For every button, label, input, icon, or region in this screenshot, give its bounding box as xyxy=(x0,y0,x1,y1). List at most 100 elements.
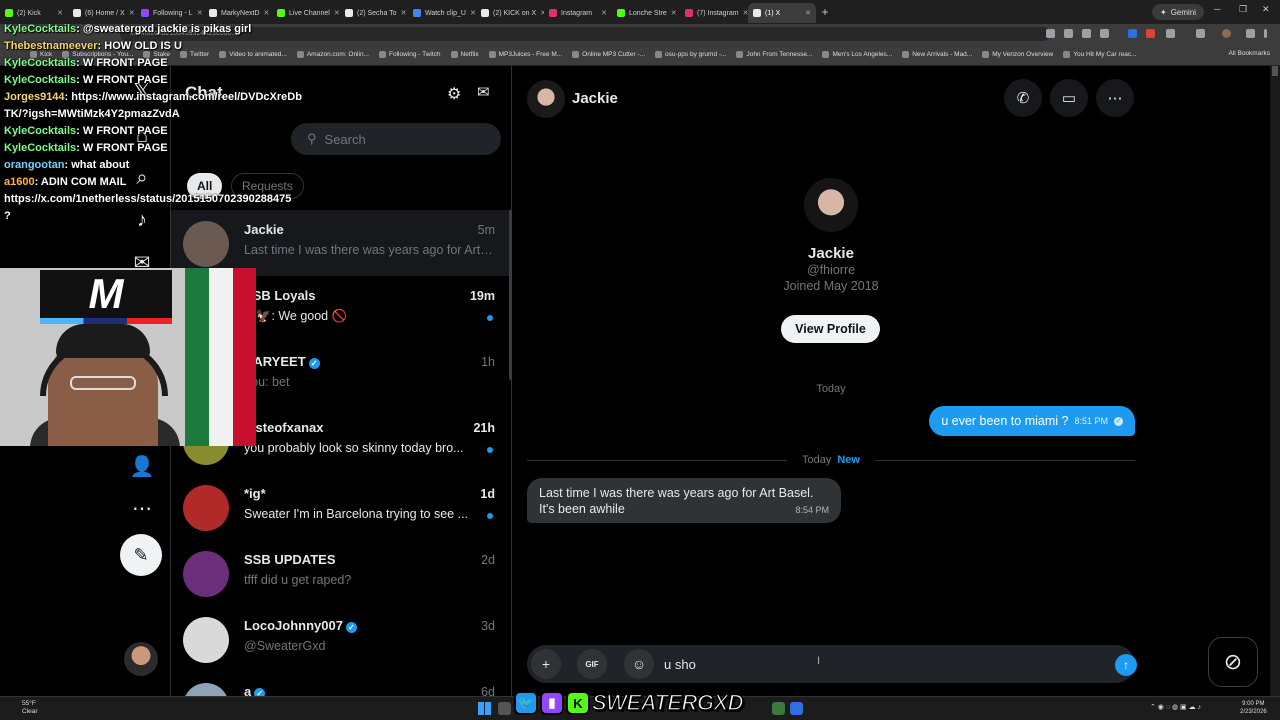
chat-text: what about xyxy=(71,159,130,171)
taskbar-app-icon[interactable] xyxy=(772,702,785,715)
text-cursor-icon: I xyxy=(817,655,821,667)
bookmark-item[interactable]: Men's Los Angeles... xyxy=(822,51,892,58)
gif-icon[interactable]: GIF xyxy=(577,649,607,679)
bookmark-item[interactable]: You Hit My Car reac... xyxy=(1063,51,1137,58)
bookmark-item[interactable]: MP3Juices - Free M... xyxy=(488,51,562,58)
conversation-item[interactable]: a ✓ 6d xyxy=(171,672,511,696)
bookmark-item[interactable]: My Verizon Overview xyxy=(982,51,1053,58)
verified-badge-icon: ✓ xyxy=(345,622,357,633)
weather-widget[interactable]: 55°F Clear xyxy=(22,700,38,716)
close-tab-icon[interactable]: ✕ xyxy=(671,9,677,17)
taskbar-search-icon[interactable] xyxy=(498,702,511,715)
conversation-item[interactable]: LocoJohnny007 ✓ 3d @SweaterGxd xyxy=(171,606,511,672)
profile-icon[interactable]: 👤 xyxy=(122,446,162,486)
chat-username: KyleCocktails xyxy=(4,23,77,35)
browser-tab[interactable]: (2) KICK on X ✕ xyxy=(476,3,544,23)
browser-tab[interactable]: Lonche Stre ✕ xyxy=(612,3,680,23)
windows-start-icon[interactable] xyxy=(478,702,491,715)
video-call-icon[interactable]: ▭ xyxy=(1050,79,1088,117)
minimize-button[interactable]: ─ xyxy=(1214,4,1220,14)
key-icon[interactable] xyxy=(1064,29,1073,38)
bookmark-star-icon[interactable] xyxy=(1100,29,1109,38)
close-tab-icon[interactable]: ✕ xyxy=(805,9,811,17)
conversation-scrollbar[interactable] xyxy=(509,210,512,380)
page-scrollbar[interactable] xyxy=(1270,66,1280,696)
scrollbar-thumb[interactable] xyxy=(1272,66,1278,76)
close-tab-icon[interactable]: ✕ xyxy=(470,9,476,17)
chat-username: Jorges9144 xyxy=(4,91,65,103)
chat-header-avatar[interactable] xyxy=(527,80,565,118)
view-profile-button[interactable]: View Profile xyxy=(781,315,880,343)
conversation-time: 1d xyxy=(480,487,495,501)
browser-tab[interactable]: Watch clip_U ✕ xyxy=(408,3,476,23)
new-tab-button[interactable]: + xyxy=(816,5,834,19)
message-input[interactable] xyxy=(664,654,1064,674)
browser-tab[interactable]: (7) Instagram ✕ xyxy=(680,3,748,23)
bookmark-item[interactable]: Netflix xyxy=(450,51,479,58)
bookmark-item[interactable]: John From Tennesse... xyxy=(736,51,812,58)
outgoing-message[interactable]: u ever been to miami ? 8:51 PM ✓ xyxy=(929,406,1135,436)
conversation-name: LocoJohnny007 ✓ xyxy=(244,618,357,633)
location-icon[interactable] xyxy=(1046,29,1055,38)
maximize-button[interactable]: ❐ xyxy=(1239,4,1247,15)
conversation-time: 3d xyxy=(481,619,495,633)
menu-icon[interactable] xyxy=(1264,29,1267,38)
conversation-item[interactable]: SSB UPDATES 2d tfff did u get raped? xyxy=(171,540,511,606)
bookmark-item[interactable]: Online MP3 Cutter -... xyxy=(572,51,645,58)
chat-header-name[interactable]: Jackie xyxy=(572,90,618,107)
more-icon[interactable]: ⋯ xyxy=(122,488,162,528)
taskbar-clock[interactable]: 9:00 PM 2/23/2026 xyxy=(1240,700,1267,716)
gemini-button[interactable]: ✦ Gemini xyxy=(1152,4,1205,20)
unread-dot xyxy=(487,513,493,519)
grok-button[interactable]: ⊘ xyxy=(1208,637,1258,687)
bookmark-favicon-icon xyxy=(488,51,496,58)
tab-favicon-icon xyxy=(617,9,625,17)
extension-icon[interactable] xyxy=(1146,29,1155,38)
bookmark-item[interactable]: osu-pps by grumd -... xyxy=(655,51,726,58)
bookmark-favicon-icon xyxy=(1063,51,1071,58)
browser-tab[interactable]: Instagram ✕ xyxy=(544,3,612,23)
close-tab-icon[interactable]: ✕ xyxy=(334,9,340,17)
share-icon[interactable] xyxy=(1082,29,1091,38)
day-separator: Today xyxy=(816,383,846,395)
emoji-icon[interactable]: ☺ xyxy=(624,649,654,679)
downloads-icon[interactable] xyxy=(1246,29,1255,38)
account-avatar[interactable] xyxy=(124,642,158,676)
conversation-preview: @SweaterGxd xyxy=(244,639,326,653)
incoming-message[interactable]: Last time I was there was years ago for … xyxy=(527,478,841,523)
profile-avatar[interactable] xyxy=(804,178,858,232)
profile-icon[interactable] xyxy=(1222,29,1231,38)
chat-username: KyleCocktails xyxy=(4,125,77,137)
all-bookmarks[interactable]: All Bookmarks xyxy=(1228,50,1270,57)
chat-username: orangootan xyxy=(4,159,65,171)
gear-icon[interactable]: ⚙ xyxy=(447,84,461,104)
chat-text: https://x.com/1netherless/status/2015150… xyxy=(4,193,292,205)
extensions-puzzle-icon[interactable] xyxy=(1166,29,1175,38)
new-message-icon[interactable]: ✉ xyxy=(477,83,490,101)
close-window-button[interactable]: ✕ xyxy=(1262,4,1270,15)
bookmark-item[interactable]: Following - Twitch xyxy=(378,51,441,58)
send-button[interactable]: ↑ xyxy=(1115,654,1137,676)
conversation-name: SSB UPDATES xyxy=(244,552,336,567)
feather-icon: ✎ xyxy=(133,544,149,565)
close-tab-icon[interactable]: ✕ xyxy=(601,9,607,17)
compose-post-button[interactable]: ✎ xyxy=(120,534,162,576)
flag-stripe xyxy=(233,268,256,446)
close-tab-icon[interactable]: ✕ xyxy=(401,9,407,17)
bookmark-item[interactable]: New Arrivals - Mad... xyxy=(902,51,972,58)
tab-label: Lonche Stre xyxy=(629,9,667,17)
bookmark-favicon-icon xyxy=(822,51,830,58)
phone-icon[interactable]: ✆ xyxy=(1004,79,1042,117)
extension-icon[interactable] xyxy=(1128,29,1137,38)
plus-icon[interactable]: + xyxy=(531,649,561,679)
chat-pane: Jackie ✆ ▭ ⋯ Jackie @fhiorre Joined May … xyxy=(513,66,1149,696)
taskbar-app-icon[interactable] xyxy=(790,702,803,715)
chat-text: W FRONT PAGE xyxy=(82,125,168,137)
sidepanel-icon[interactable] xyxy=(1196,29,1205,38)
browser-tab[interactable]: (1) X ✕ xyxy=(748,3,816,23)
conversation-item[interactable]: *ig* 1d Sweater I'm in Barcelona trying to… xyxy=(171,474,511,540)
more-options-icon[interactable]: ⋯ xyxy=(1096,79,1134,117)
browser-tab[interactable]: (2) Secha To ✕ xyxy=(340,3,408,23)
system-tray[interactable]: ⌃ ◉ ◌ ◍ ▣ ☁ ♪ xyxy=(1150,703,1201,711)
conversation-avatar xyxy=(183,485,229,531)
